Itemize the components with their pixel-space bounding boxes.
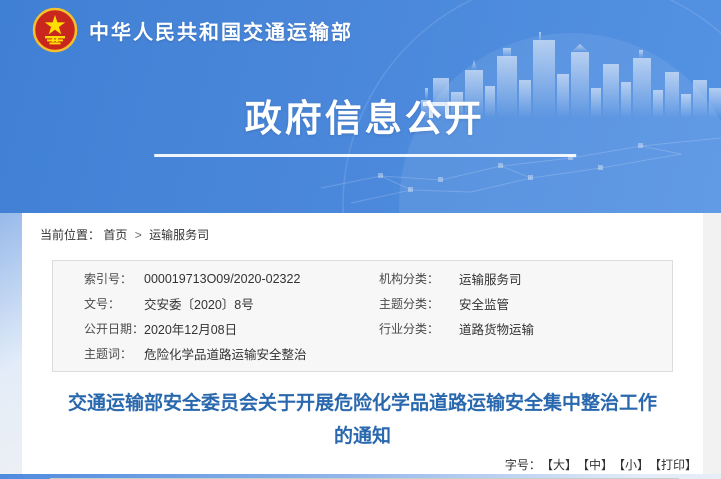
- meta-value-keywords: 危险化学品道路运输安全整治: [144, 344, 379, 363]
- breadcrumb: 当前位置： 首页 > 运输服务司: [22, 213, 703, 251]
- meta-label-keywords: 主题词：: [84, 345, 144, 362]
- breadcrumb-home-link[interactable]: 首页: [103, 228, 127, 242]
- breadcrumb-separator: >: [131, 228, 146, 242]
- document-title: 交通运输部安全委员会关于开展危险化学品道路运输安全集中整治工作的通知: [60, 387, 665, 453]
- meta-value-org: 运输服务司: [459, 269, 672, 288]
- meta-label-index: 索引号：: [84, 270, 144, 287]
- print-button[interactable]: 【打印】: [655, 458, 697, 472]
- meta-label-org: 机构分类：: [379, 270, 459, 287]
- table-row: 主题词： 危险化学品道路运输安全整治: [53, 341, 672, 366]
- banner: 中华人民共和国交通运输部 政府信息公开: [0, 0, 721, 213]
- meta-value-date: 2020年12月08日: [144, 319, 379, 338]
- meta-value-industry: 道路货物运输: [459, 319, 672, 338]
- font-size-toolbar: 字号： 【大】【中】【小】【打印】: [22, 456, 697, 474]
- breadcrumb-label: 当前位置：: [40, 228, 100, 242]
- meta-label-docno: 文号：: [84, 295, 144, 312]
- table-row: 索引号： 000019713O09/2020-02322 机构分类： 运输服务司: [53, 266, 672, 291]
- font-size-large-button[interactable]: 【大】: [547, 458, 577, 472]
- page-title: 政府信息公开: [154, 88, 576, 157]
- font-size-medium-button[interactable]: 【中】: [583, 458, 613, 472]
- table-row: 文号： 交安委〔2020〕8号 主题分类： 安全监管: [53, 291, 672, 316]
- meta-value-docno: 交安委〔2020〕8号: [144, 294, 379, 313]
- font-size-label: 字号：: [505, 458, 541, 472]
- meta-value-topic: 安全监管: [459, 294, 672, 313]
- content-card: 当前位置： 首页 > 运输服务司 索引号： 000019713O09/2020-…: [22, 213, 703, 474]
- national-emblem-icon: [32, 7, 78, 53]
- meta-value-index: 000019713O09/2020-02322: [144, 272, 379, 286]
- breadcrumb-section-link[interactable]: 运输服务司: [149, 228, 209, 242]
- font-size-small-button[interactable]: 【小】: [619, 458, 649, 472]
- meta-label-date: 公开日期：: [84, 320, 144, 337]
- meta-label-industry: 行业分类：: [379, 320, 459, 337]
- metadata-table: 索引号： 000019713O09/2020-02322 机构分类： 运输服务司…: [52, 260, 673, 372]
- site-name: 中华人民共和国交通运输部: [89, 16, 353, 45]
- table-row: 公开日期： 2020年12月08日 行业分类： 道路货物运输: [53, 316, 672, 341]
- site-home-link[interactable]: 中华人民共和国交通运输部: [32, 7, 353, 53]
- meta-label-topic: 主题分类：: [379, 295, 459, 312]
